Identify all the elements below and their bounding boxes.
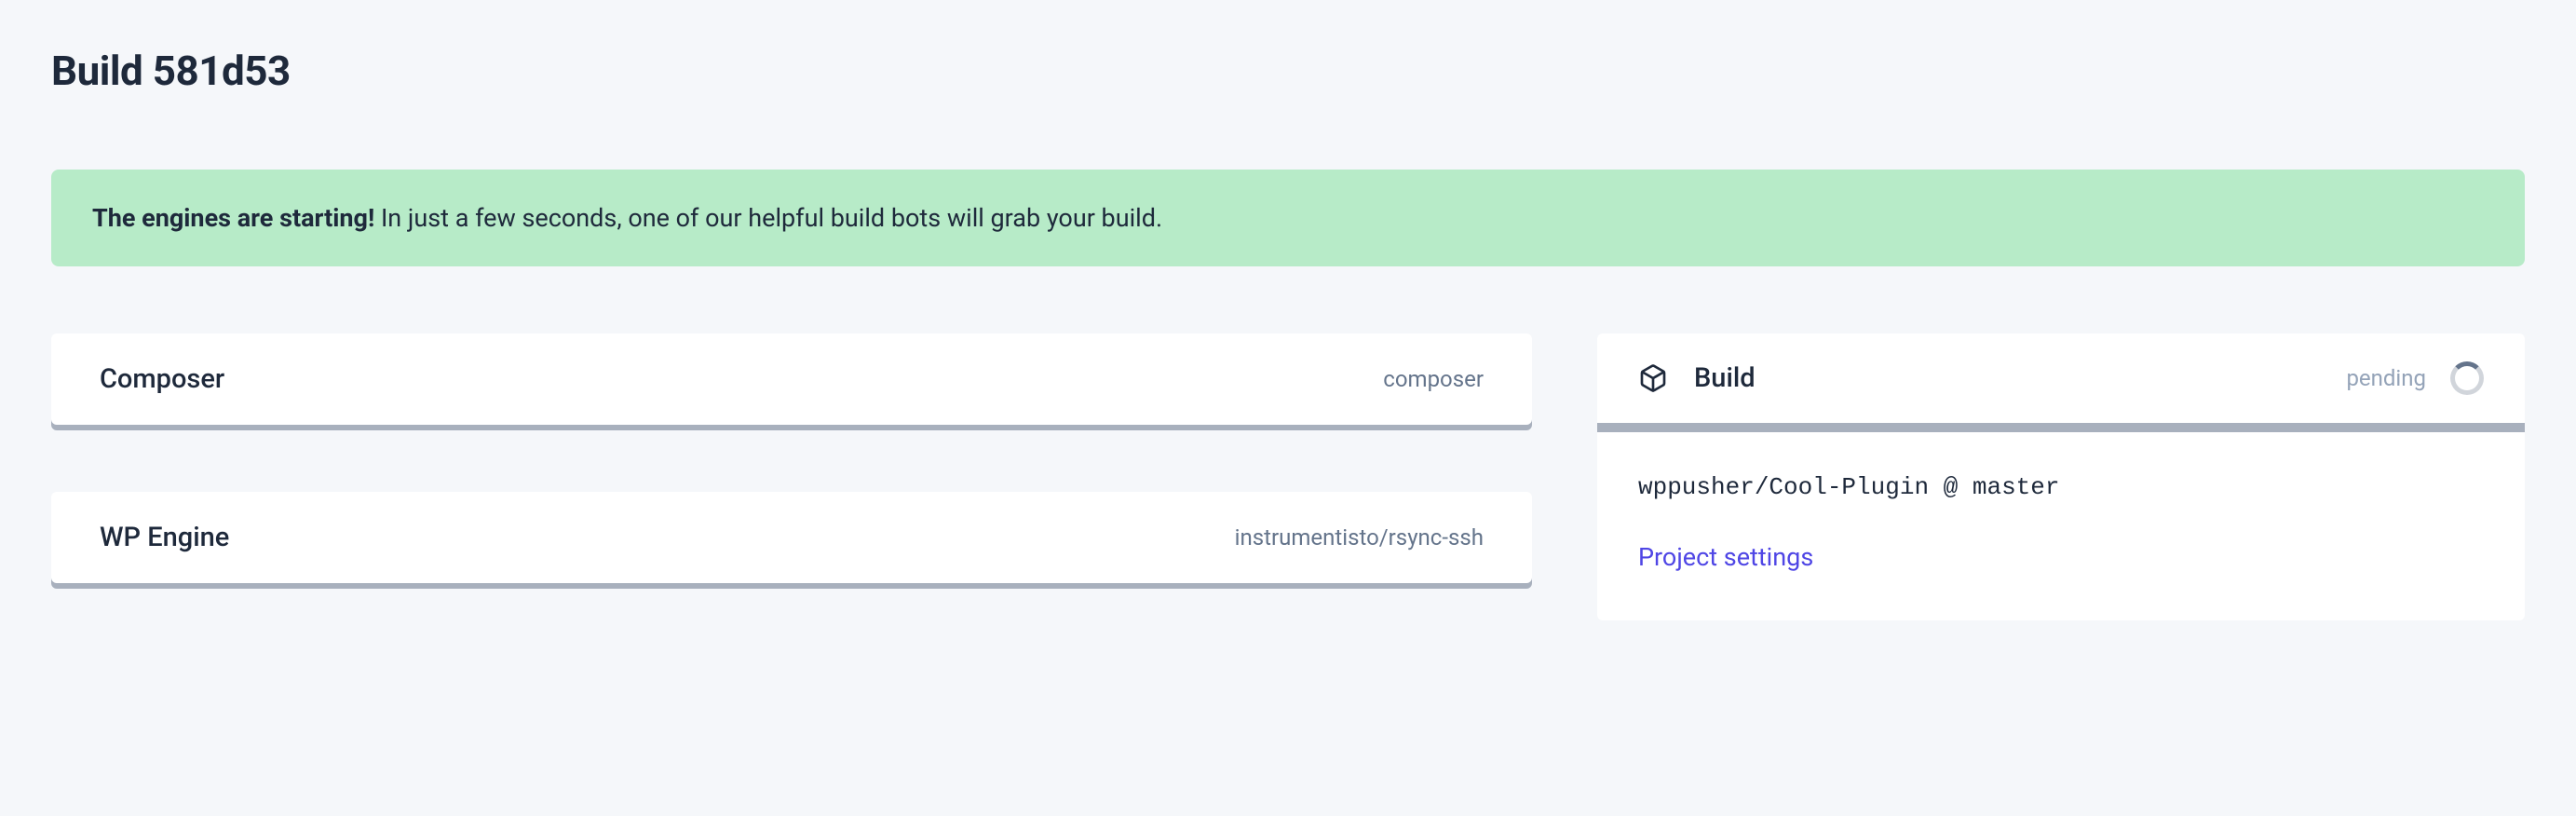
alert-rest: In just a few seconds, one of our helpfu… [374, 203, 1162, 233]
alert-text: The engines are starting! In just a few … [92, 203, 2484, 233]
build-body: wppusher/Cool-Plugin @ master Project se… [1597, 432, 2525, 620]
step-card-composer[interactable]: Composer composer [51, 333, 1532, 425]
spinner-icon [2450, 361, 2484, 395]
build-title: Build [1694, 362, 1756, 394]
build-column: Build pending wppusher/Cool-Plugin @ mas… [1597, 333, 2525, 620]
card-header: Composer composer [51, 333, 1532, 425]
content-row: Composer composer WP Engine instrumentis… [51, 333, 2525, 620]
steps-column: Composer composer WP Engine instrumentis… [51, 333, 1532, 620]
card-header: WP Engine instrumentisto/rsync-ssh [51, 492, 1532, 583]
status-alert: The engines are starting! In just a few … [51, 170, 2525, 266]
status-badge: pending [2346, 365, 2426, 391]
step-meta: instrumentisto/rsync-ssh [1235, 524, 1484, 551]
step-name: WP Engine [100, 522, 229, 553]
project-settings-link[interactable]: Project settings [1638, 542, 1813, 572]
build-header-right: pending [2346, 361, 2484, 395]
alert-bold: The engines are starting! [92, 203, 374, 233]
build-header: Build pending [1597, 333, 2525, 432]
page-title: Build 581d53 [51, 47, 2525, 95]
repo-info: wppusher/Cool-Plugin @ master [1638, 473, 2484, 501]
build-header-left: Build [1638, 362, 1756, 394]
step-name: Composer [100, 363, 224, 395]
build-card: Build pending wppusher/Cool-Plugin @ mas… [1597, 333, 2525, 620]
step-card-wpengine[interactable]: WP Engine instrumentisto/rsync-ssh [51, 492, 1532, 583]
cube-icon [1638, 363, 1668, 393]
step-meta: composer [1383, 366, 1484, 392]
